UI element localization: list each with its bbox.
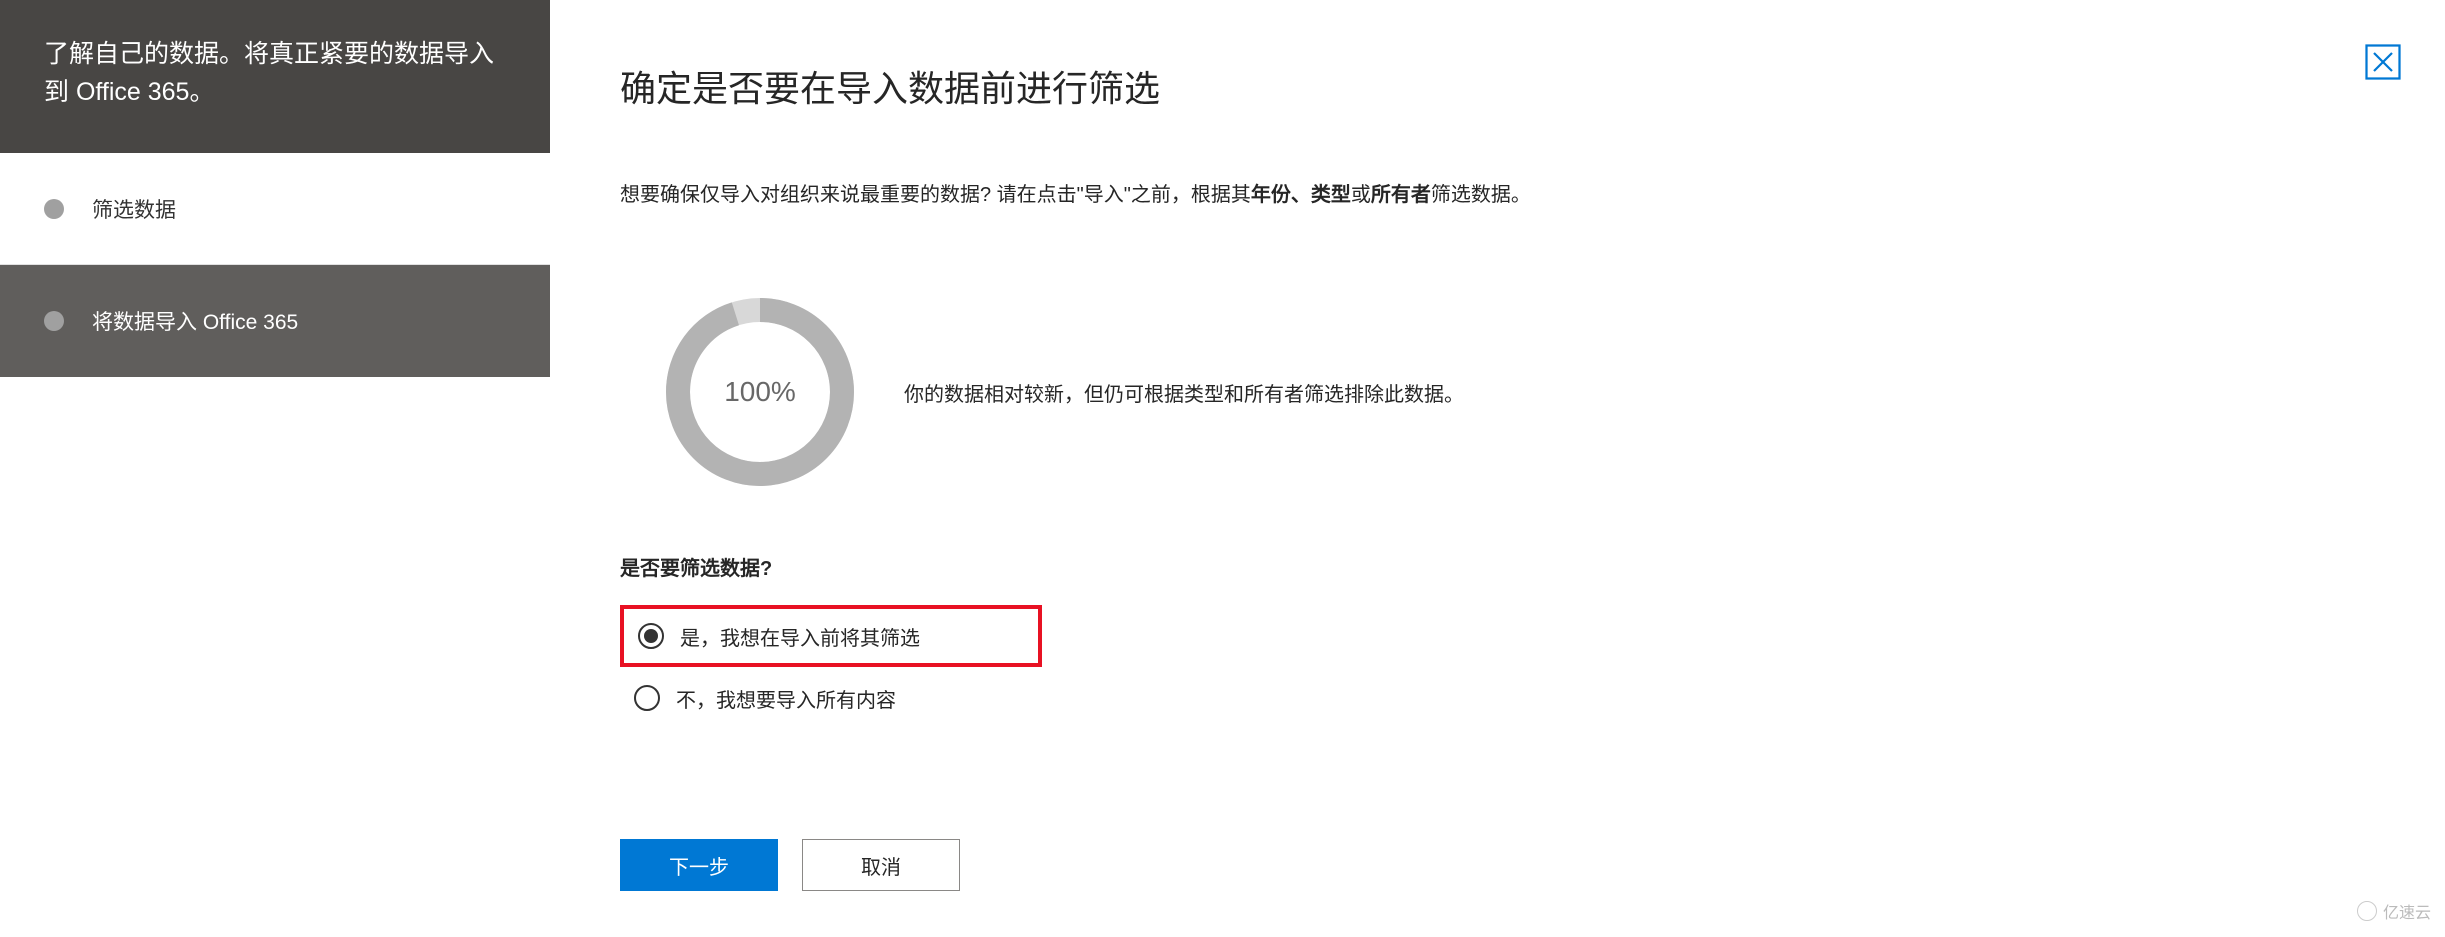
step-label: 筛选数据: [92, 194, 176, 224]
watermark: 亿速云: [2357, 899, 2431, 923]
question-label: 是否要筛选数据?: [620, 552, 2375, 581]
step-circle-icon: [44, 199, 64, 219]
sidebar-header: 了解自己的数据。将真正紧要的数据导入到 Office 365。: [0, 0, 550, 153]
wizard-sidebar: 了解自己的数据。将真正紧要的数据导入到 Office 365。 筛选数据 将数据…: [0, 0, 550, 937]
progress-row: 100% 你的数据相对较新，但仍可根据类型和所有者筛选排除此数据。: [660, 292, 2375, 492]
close-button[interactable]: [2361, 40, 2405, 84]
button-row: 下一步 取消: [620, 839, 960, 891]
sidebar-step-filter[interactable]: 筛选数据: [0, 153, 550, 265]
close-icon: [2365, 44, 2401, 80]
step-circle-icon: [44, 311, 64, 331]
main-panel: 确定是否要在导入数据前进行筛选 想要确保仅导入对组织来说最重要的数据? 请在点击…: [550, 0, 2445, 937]
progress-percent-text: 100%: [724, 376, 796, 408]
sidebar-step-import[interactable]: 将数据导入 Office 365: [0, 265, 550, 377]
radio-label: 不，我想要导入所有内容: [676, 684, 896, 713]
page-title: 确定是否要在导入数据前进行筛选: [620, 60, 2375, 112]
radio-group-filter: 是，我想在导入前将其筛选 不，我想要导入所有内容: [620, 605, 2375, 729]
watermark-icon: [2357, 901, 2377, 921]
description-text: 想要确保仅导入对组织来说最重要的数据? 请在点击"导入"之前，根据其年份、类型或…: [620, 178, 1660, 212]
next-button[interactable]: 下一步: [620, 839, 778, 891]
radio-option-no[interactable]: 不，我想要导入所有内容: [620, 667, 2375, 729]
progress-note: 你的数据相对较新，但仍可根据类型和所有者筛选排除此数据。: [904, 378, 1464, 407]
radio-option-yes[interactable]: 是，我想在导入前将其筛选: [620, 605, 1042, 667]
progress-donut: 100%: [660, 292, 860, 492]
cancel-button[interactable]: 取消: [802, 839, 960, 891]
radio-icon: [634, 685, 660, 711]
radio-icon: [638, 623, 664, 649]
step-label: 将数据导入 Office 365: [92, 306, 298, 336]
radio-label: 是，我想在导入前将其筛选: [680, 622, 920, 651]
